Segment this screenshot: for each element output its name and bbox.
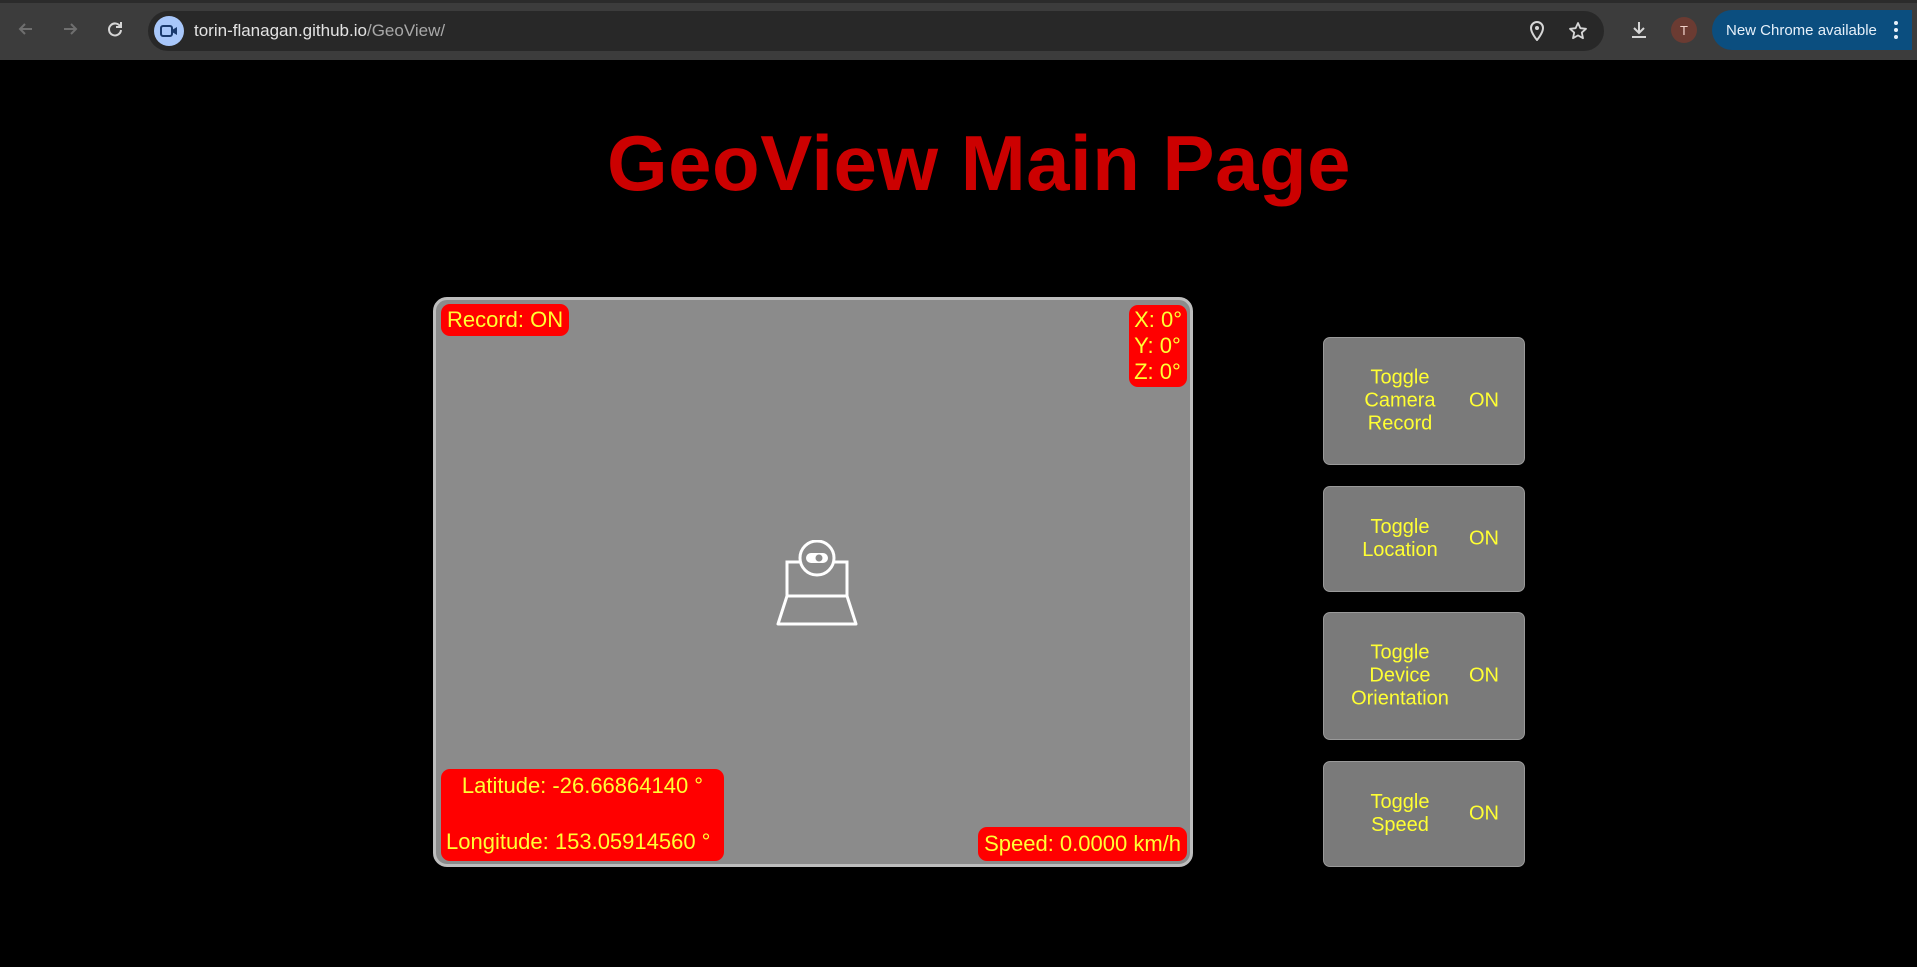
download-icon xyxy=(1632,22,1646,38)
profile-avatar[interactable]: T xyxy=(1671,17,1697,43)
more-icon[interactable] xyxy=(1886,18,1906,42)
url-text[interactable]: torin-flanagan.github.io/GeoView/ xyxy=(194,21,445,41)
toggle-location-button[interactable]: Toggle Location ON xyxy=(1323,486,1525,592)
label-line: Toggle xyxy=(1370,366,1430,389)
forward-icon xyxy=(64,23,78,35)
label-line: Record xyxy=(1367,412,1433,435)
update-chrome-button[interactable]: New Chrome available xyxy=(1712,10,1912,50)
toggle-location-label: Toggle Location xyxy=(1338,516,1462,562)
back-icon xyxy=(18,23,32,35)
speed-readout: Speed: 0.0000 km/h xyxy=(978,827,1187,861)
record-status-badge: Record: ON xyxy=(441,304,570,336)
page-title: GeoView Main Page xyxy=(607,119,1351,207)
reload-icon xyxy=(108,22,122,37)
orientation-readout: X: 0° Y: 0° Z: 0° xyxy=(1129,305,1187,387)
orientation-y: Y: 0° xyxy=(1134,333,1181,358)
toggle-location-state: ON xyxy=(1469,527,1499,550)
label-line: Toggle xyxy=(1370,791,1430,813)
toggle-speed-label: Toggle Speed xyxy=(1338,791,1462,837)
toggle-camera-record-state: ON xyxy=(1469,389,1499,412)
camera-viewer: Record: ON X: 0° Y: 0° Z: 0° Latitude: -… xyxy=(433,297,1193,867)
bookmark-star-icon xyxy=(1569,22,1587,40)
label-line: Speed xyxy=(1371,814,1429,836)
longitude-text: Longitude: 153.05914560 ° xyxy=(446,829,711,854)
label-line: Device xyxy=(1369,664,1431,687)
toggle-speed-button[interactable]: Toggle Speed ON xyxy=(1323,761,1525,867)
site-info-button[interactable] xyxy=(154,16,184,46)
downloads-button[interactable] xyxy=(1625,16,1653,44)
bookmark-button[interactable] xyxy=(1566,19,1590,43)
toggle-speed-state: ON xyxy=(1469,802,1499,825)
location-icon xyxy=(1529,21,1545,41)
toggle-device-orientation-label: Toggle Device Orientation xyxy=(1338,642,1462,711)
toggle-camera-record-button[interactable]: Toggle Camera Record ON xyxy=(1323,337,1525,465)
tab-strip-edge xyxy=(0,0,1917,3)
url-path: /GeoView/ xyxy=(366,21,446,40)
location-permission-button[interactable] xyxy=(1525,19,1549,43)
update-label: New Chrome available xyxy=(1726,21,1877,39)
browser-toolbar: torin-flanagan.github.io/GeoView/ T New … xyxy=(0,0,1917,60)
reload-button[interactable] xyxy=(100,14,130,44)
coordinates-readout: Latitude: -26.66864140 ° Longitude: 153.… xyxy=(441,769,724,861)
webcam-icon xyxy=(776,540,858,626)
site-camera-icon xyxy=(160,25,177,37)
toggle-camera-record-label: Toggle Camera Record xyxy=(1338,367,1462,436)
label-line: Toggle xyxy=(1370,641,1430,664)
orientation-x: X: 0° xyxy=(1134,307,1182,332)
label-line: Orientation xyxy=(1351,687,1449,710)
label-line: Location xyxy=(1362,539,1438,561)
url-host: torin-flanagan.github.io xyxy=(194,21,367,40)
address-bar[interactable]: torin-flanagan.github.io/GeoView/ xyxy=(148,11,1604,51)
label-line: Camera xyxy=(1364,389,1436,412)
toggle-device-orientation-state: ON xyxy=(1469,664,1499,687)
toggle-device-orientation-button[interactable]: Toggle Device Orientation ON xyxy=(1323,612,1525,740)
label-line: Toggle xyxy=(1370,516,1430,538)
latitude-text: Latitude: -26.66864140 ° xyxy=(461,773,704,798)
orientation-z: Z: 0° xyxy=(1134,359,1181,384)
back-button[interactable] xyxy=(11,14,41,44)
forward-button[interactable] xyxy=(55,14,85,44)
